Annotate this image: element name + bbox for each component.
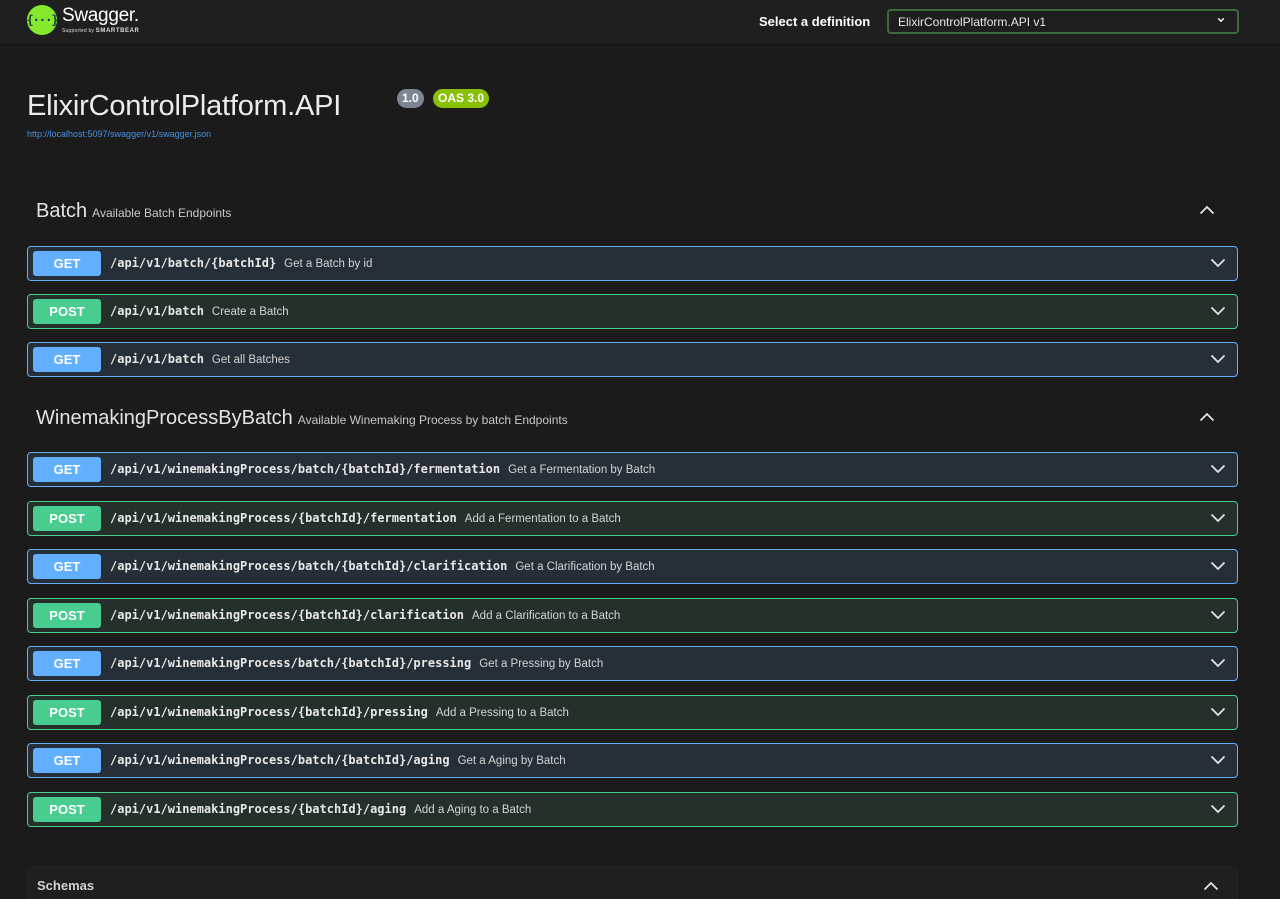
chevron-down-icon	[1217, 17, 1225, 23]
operation-get-clarification[interactable]: GET /api/v1/winemakingProcess/batch/{bat…	[27, 549, 1238, 584]
chevron-down-icon[interactable]	[1210, 354, 1226, 364]
operation-summary: Add a Pressing to a Batch	[435, 707, 569, 719]
tag-description: Available Batch Endpoints	[92, 206, 232, 220]
logo-title: Swagger.	[62, 5, 139, 26]
schemas-title: Schemas	[37, 878, 95, 893]
method-badge: POST	[33, 506, 101, 531]
tag-header-winemaking-process[interactable]: WinemakingProcessByBatch Available Winema…	[36, 407, 568, 431]
operation-path: /api/v1/winemakingProcess/{batchId}/ferm…	[110, 511, 621, 525]
logo-sub-prefix: Supported by	[62, 28, 95, 34]
operation-path-text: /api/v1/batch	[110, 352, 204, 366]
operation-path: /api/v1/winemakingProcess/batch/{batchId…	[110, 559, 655, 573]
operation-summary: Add a Fermentation to a Batch	[464, 513, 621, 525]
method-badge: POST	[33, 797, 101, 822]
operation-post-pressing[interactable]: POST /api/v1/winemakingProcess/{batchId}…	[27, 695, 1238, 730]
operation-post-aging[interactable]: POST /api/v1/winemakingProcess/{batchId}…	[27, 792, 1238, 827]
logo-sub-brand: SMARTBEAR	[95, 28, 140, 34]
operation-summary: Get a Aging by Batch	[457, 755, 566, 767]
top-bar: {···} Swagger. Supported by SMARTBEAR Se…	[0, 0, 1280, 45]
schemas-section[interactable]: Schemas	[27, 866, 1238, 899]
operation-path-text: /api/v1/winemakingProcess/{batchId}/clar…	[110, 608, 465, 622]
operation-path-text: /api/v1/batch	[110, 304, 204, 318]
method-badge: GET	[33, 748, 101, 773]
operation-path-text: /api/v1/winemakingProcess/{batchId}/agin…	[110, 802, 407, 816]
operation-post-clarification[interactable]: POST /api/v1/winemakingProcess/{batchId}…	[27, 598, 1238, 633]
operation-path: /api/v1/winemakingProcess/{batchId}/pres…	[110, 705, 569, 719]
method-badge: GET	[33, 554, 101, 579]
operation-path-text: /api/v1/winemakingProcess/batch/{batchId…	[110, 559, 508, 573]
operation-path: /api/v1/winemakingProcess/batch/{batchId…	[110, 753, 566, 767]
chevron-down-icon[interactable]	[1210, 464, 1226, 474]
method-badge: POST	[33, 700, 101, 725]
operation-path: /api/v1/winemakingProcess/batch/{batchId…	[110, 462, 655, 476]
version-badge: 1.0	[397, 89, 424, 108]
operation-get-all-batches[interactable]: GET /api/v1/batch Get all Batches	[27, 342, 1238, 377]
method-badge: GET	[33, 457, 101, 482]
tag-name: WinemakingProcessByBatch	[36, 407, 293, 429]
operation-path: /api/v1/winemakingProcess/batch/{batchId…	[110, 656, 603, 670]
chevron-up-icon[interactable]	[1199, 205, 1215, 215]
operation-summary: Get a Fermentation by Batch	[508, 464, 656, 476]
chevron-down-icon[interactable]	[1210, 561, 1226, 571]
swagger-logo[interactable]: {···} Swagger. Supported by SMARTBEAR	[26, 5, 139, 39]
tag-name: Batch	[36, 200, 88, 222]
operation-summary: Add a Aging to a Batch	[414, 804, 532, 816]
operation-path-text: /api/v1/batch/{batchId}	[110, 256, 277, 270]
logo-text: Swagger. Supported by SMARTBEAR	[62, 5, 139, 35]
tag-description: Available Winemaking Process by batch En…	[297, 413, 568, 427]
chevron-down-icon[interactable]	[1210, 755, 1226, 765]
tag-header-batch[interactable]: Batch Available Batch Endpoints	[36, 200, 231, 224]
operation-summary: Get a Clarification by Batch	[515, 561, 655, 573]
operation-path-text: /api/v1/winemakingProcess/batch/{batchId…	[110, 462, 501, 476]
chevron-down-icon[interactable]	[1210, 658, 1226, 668]
operation-summary: Get a Pressing by Batch	[479, 658, 604, 670]
method-badge: POST	[33, 299, 101, 324]
operation-get-pressing[interactable]: GET /api/v1/winemakingProcess/batch/{bat…	[27, 646, 1238, 681]
spec-url-link[interactable]: http://localhost:5097/swagger/v1/swagger…	[27, 129, 211, 139]
chevron-down-icon[interactable]	[1210, 258, 1226, 268]
operation-summary: Add a Clarification to a Batch	[472, 610, 621, 622]
operation-path: /api/v1/batch Create a Batch	[110, 304, 289, 318]
operation-summary: Create a Batch	[211, 306, 289, 318]
method-badge: GET	[33, 251, 101, 276]
chevron-down-icon[interactable]	[1210, 707, 1226, 717]
operation-path-text: /api/v1/winemakingProcess/{batchId}/ferm…	[110, 511, 457, 525]
operation-path: /api/v1/winemakingProcess/{batchId}/agin…	[110, 802, 531, 816]
operation-get-aging[interactable]: GET /api/v1/winemakingProcess/batch/{bat…	[27, 743, 1238, 778]
operation-path: /api/v1/batch/{batchId} Get a Batch by id	[110, 256, 372, 270]
chevron-down-icon[interactable]	[1210, 513, 1226, 523]
method-badge: POST	[33, 603, 101, 628]
method-badge: GET	[33, 651, 101, 676]
operation-post-batch[interactable]: POST /api/v1/batch Create a Batch	[27, 294, 1238, 329]
operation-summary: Get all Batches	[211, 354, 290, 366]
method-badge: GET	[33, 347, 101, 372]
operation-path-text: /api/v1/winemakingProcess/batch/{batchId…	[110, 656, 472, 670]
chevron-down-icon[interactable]	[1210, 610, 1226, 620]
oas-badge: OAS 3.0	[433, 89, 490, 108]
swagger-logo-icon: {···}	[26, 5, 59, 35]
chevron-down-icon[interactable]	[1210, 306, 1226, 316]
definition-select-value: ElixirControlPlatform.API v1	[898, 15, 1047, 29]
chevron-down-icon[interactable]	[1210, 804, 1226, 814]
definition-select[interactable]: ElixirControlPlatform.API v1	[887, 9, 1239, 34]
operation-path-text: /api/v1/winemakingProcess/batch/{batchId…	[110, 753, 450, 767]
operation-path: /api/v1/batch Get all Batches	[110, 352, 290, 366]
chevron-up-icon[interactable]	[1199, 412, 1215, 422]
operation-path-text: /api/v1/winemakingProcess/{batchId}/pres…	[110, 705, 428, 719]
operation-get-batch-by-id[interactable]: GET /api/v1/batch/{batchId} Get a Batch b…	[27, 246, 1238, 281]
operation-post-fermentation[interactable]: POST /api/v1/winemakingProcess/{batchId}…	[27, 501, 1238, 536]
operation-path: /api/v1/winemakingProcess/{batchId}/clar…	[110, 608, 620, 622]
api-title: ElixirControlPlatform.API	[27, 90, 342, 122]
operation-get-fermentation[interactable]: GET /api/v1/winemakingProcess/batch/{bat…	[27, 452, 1238, 487]
logo-subtitle: Supported by SMARTBEAR	[62, 28, 139, 35]
definition-label: Select a definition	[759, 14, 871, 29]
operation-summary: Get a Batch by id	[284, 258, 373, 270]
chevron-up-icon[interactable]	[1203, 881, 1219, 891]
